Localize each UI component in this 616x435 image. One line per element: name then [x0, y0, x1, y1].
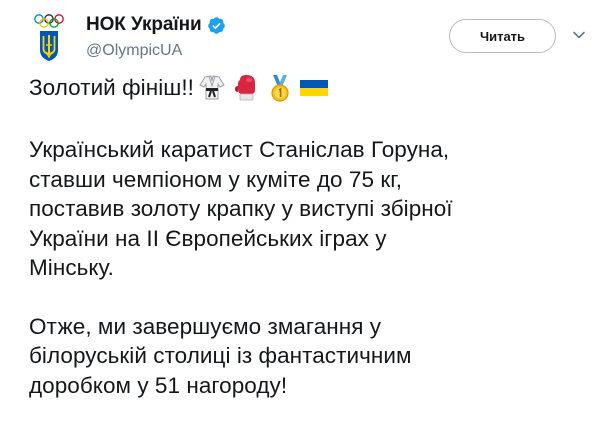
follow-button[interactable]: Читать — [449, 19, 556, 53]
olympic-ukraine-logo-icon — [34, 14, 64, 61]
martial-arts-uniform-emoji — [199, 75, 225, 100]
tweet-text: Золотий фініш!! Український каратист Ста… — [29, 70, 599, 400]
avatar[interactable] — [20, 8, 78, 66]
tweet-headline: Золотий фініш!! — [29, 75, 194, 101]
author-block: НОК України @OlympicUA — [86, 12, 226, 60]
emoji-row — [197, 73, 333, 103]
gold-medal-emoji — [271, 75, 289, 102]
tweet-card: НОК України @OlympicUA Читать Золотий фі… — [0, 0, 616, 435]
handle[interactable]: @OlympicUA — [86, 42, 226, 60]
boxing-glove-emoji — [234, 75, 255, 101]
tweet-line-1: Золотий фініш!! — [29, 70, 599, 106]
tweet-paragraph-3: Отже, ми завершуємо змагання у білоруськ… — [29, 313, 412, 398]
display-name[interactable]: НОК України — [86, 14, 202, 36]
verified-badge-icon — [207, 16, 225, 34]
ukraine-flag-emoji — [299, 80, 328, 96]
name-row: НОК України — [86, 12, 226, 38]
tweet-paragraph-2: Український каратист Станіслав Горуна, с… — [29, 137, 453, 280]
chevron-down-icon[interactable] — [572, 28, 586, 42]
